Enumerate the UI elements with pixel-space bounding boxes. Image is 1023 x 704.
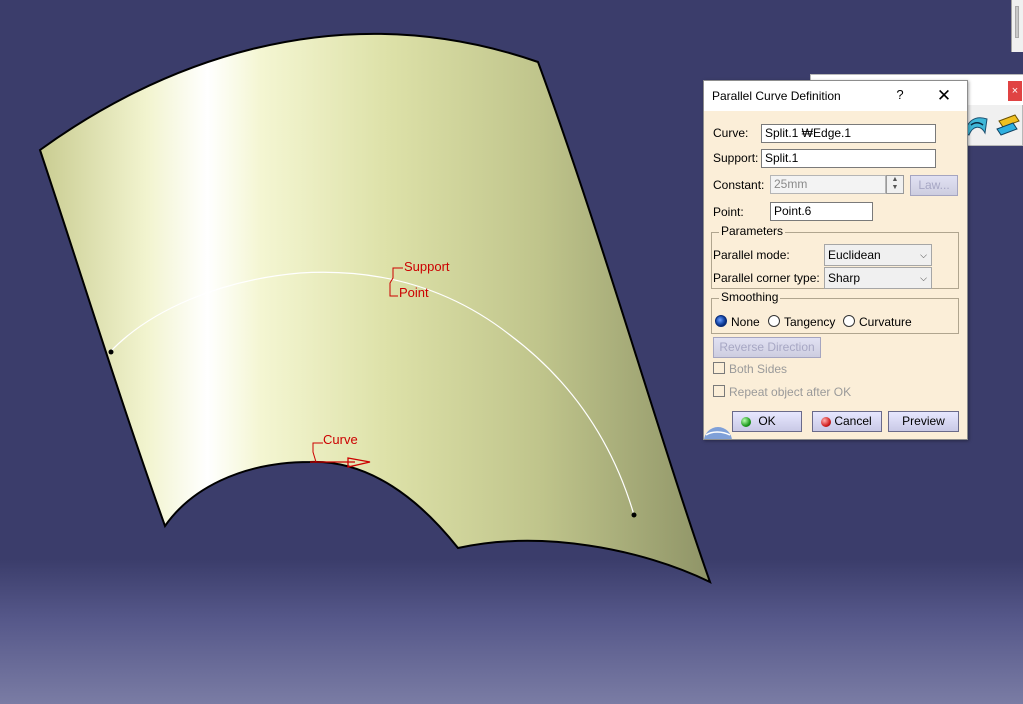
cancel-icon <box>821 417 831 427</box>
parallel-mode-label: Parallel mode: <box>713 248 790 262</box>
preview-button[interactable]: Preview <box>888 411 959 432</box>
scrollbar-thumb[interactable] <box>1015 6 1019 38</box>
radio-curvature[interactable] <box>843 315 855 327</box>
radio-tangency[interactable] <box>768 315 780 327</box>
chevron-down-icon: ⌵ <box>920 273 927 283</box>
globe-icon <box>704 427 732 439</box>
both-sides-checkbox[interactable] <box>713 362 725 374</box>
ok-label: OK <box>758 414 776 428</box>
layers-icon[interactable] <box>995 113 1021 137</box>
parallel-mode-select[interactable]: Euclidean ⌵ <box>824 244 932 266</box>
parallel-curve-dialog: Parallel Curve Definition ? ✕ Curve: Spl… <box>703 80 968 440</box>
both-sides-label[interactable]: Both Sides <box>729 362 787 376</box>
toolbar-close-button[interactable]: × <box>1008 81 1022 101</box>
parameters-title: Parameters <box>719 224 786 238</box>
curve-annotation[interactable]: Curve <box>323 432 358 447</box>
help-button[interactable]: ? <box>890 87 910 105</box>
cancel-button[interactable]: Cancel <box>812 411 882 432</box>
constant-label: Constant: <box>713 178 765 192</box>
curve-field[interactable]: Split.1 ₩Edge.1 <box>761 124 936 143</box>
surface-patch[interactable] <box>38 33 712 584</box>
radio-none[interactable] <box>715 315 727 327</box>
close-button[interactable]: ✕ <box>932 85 956 107</box>
point-annotation[interactable]: Point <box>399 285 429 300</box>
repeat-object-label[interactable]: Repeat object after OK <box>729 385 851 399</box>
parallel-mode-value: Euclidean <box>828 248 881 262</box>
cancel-label: Cancel <box>834 414 872 428</box>
curve-endpoint-left <box>108 349 114 355</box>
spin-up-icon[interactable]: ▲ <box>887 176 903 184</box>
law-button[interactable]: Law... <box>910 175 958 196</box>
corner-type-value: Sharp <box>828 271 861 285</box>
curve-label: Curve: <box>713 126 749 140</box>
support-label: Support: <box>713 151 759 165</box>
corner-type-label: Parallel corner type: <box>713 271 820 285</box>
constant-field[interactable]: 25mm <box>770 175 886 194</box>
ok-icon <box>741 417 751 427</box>
support-annotation[interactable]: Support <box>404 259 450 274</box>
smoothing-title: Smoothing <box>719 290 781 304</box>
constant-spinner[interactable]: ▲ ▼ <box>886 175 904 194</box>
dialog-titlebar[interactable]: Parallel Curve Definition ? ✕ <box>704 81 967 111</box>
support-field[interactable]: Split.1 <box>761 149 936 168</box>
corner-type-select[interactable]: Sharp ⌵ <box>824 267 932 289</box>
radio-curvature-label[interactable]: Curvature <box>859 315 912 329</box>
spin-down-icon[interactable]: ▼ <box>887 184 903 192</box>
radio-tangency-label[interactable]: Tangency <box>784 315 835 329</box>
dialog-title: Parallel Curve Definition <box>712 89 841 103</box>
reverse-direction-button[interactable]: Reverse Direction <box>713 337 821 358</box>
chevron-down-icon: ⌵ <box>920 250 927 260</box>
ok-button[interactable]: OK <box>732 411 802 432</box>
repeat-object-checkbox[interactable] <box>713 385 725 397</box>
radio-none-label[interactable]: None <box>731 315 760 329</box>
point-field[interactable]: Point.6 <box>770 202 873 221</box>
point-label: Point: <box>713 205 744 219</box>
curve-endpoint-right <box>631 512 637 518</box>
background-window-fragment <box>1011 0 1023 52</box>
